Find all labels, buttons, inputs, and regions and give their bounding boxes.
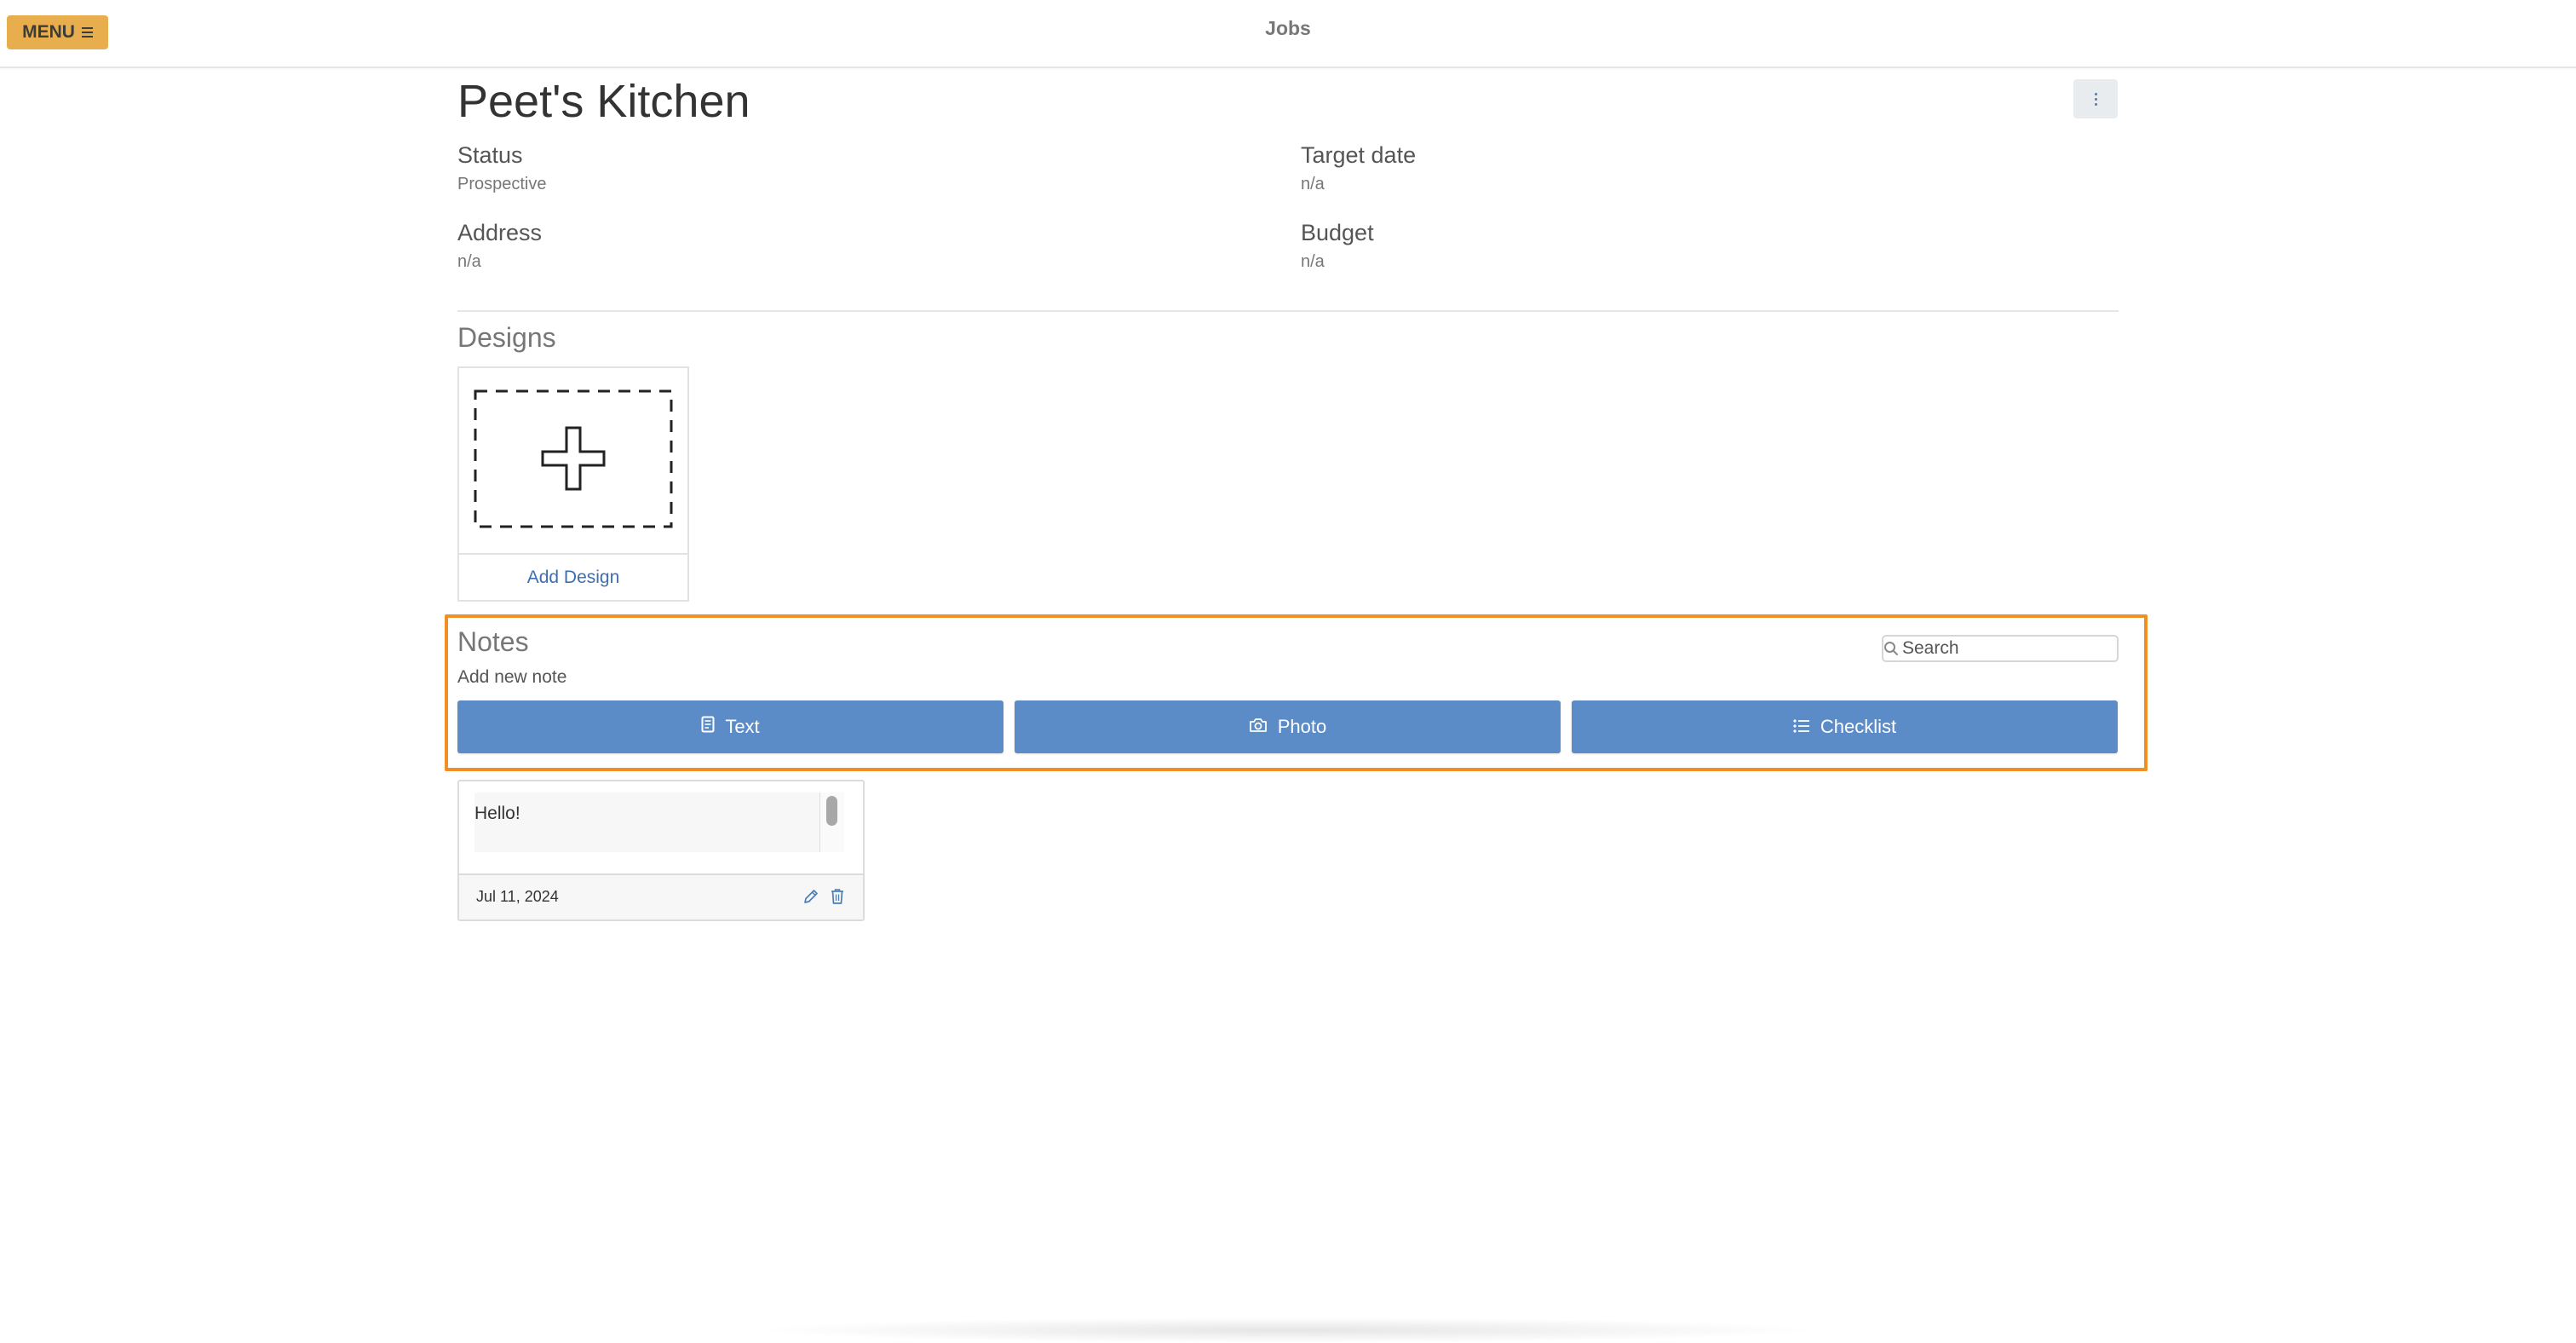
more-options-button[interactable] xyxy=(2073,79,2118,118)
top-bar: MENU Jobs xyxy=(0,0,2576,68)
address-value: n/a xyxy=(457,252,481,271)
bottom-shadow xyxy=(750,1317,1823,1343)
vertical-dots-icon xyxy=(2094,92,2097,106)
page-header-title: Jobs xyxy=(1265,17,1311,39)
budget-field: Budget n/a xyxy=(1301,219,1374,273)
scrollbar-thumb[interactable] xyxy=(826,796,837,826)
address-label: Address xyxy=(457,220,543,245)
plus-icon xyxy=(474,389,673,528)
list-icon xyxy=(1793,716,1810,738)
document-icon xyxy=(701,716,715,738)
camera-icon xyxy=(1249,716,1268,738)
target-date-field: Target date n/a xyxy=(1301,141,1416,195)
delete-note-button[interactable] xyxy=(826,886,848,908)
edit-note-button[interactable] xyxy=(800,886,822,908)
note-footer: Jul 11, 2024 xyxy=(459,873,863,919)
target-date-label: Target date xyxy=(1301,142,1417,168)
status-value: Prospective xyxy=(457,175,547,193)
add-new-note-label: Add new note xyxy=(457,667,567,687)
job-title: Peet's Kitchen xyxy=(457,76,750,127)
address-field: Address n/a xyxy=(457,219,542,273)
note-text: Hello! xyxy=(474,804,520,823)
pencil-icon xyxy=(802,888,819,908)
add-design-placeholder xyxy=(459,368,687,556)
target-date-value: n/a xyxy=(1301,175,1325,193)
status-label: Status xyxy=(457,142,523,168)
add-photo-note-button[interactable]: Photo xyxy=(1015,700,1561,753)
add-design-link[interactable]: Add Design xyxy=(459,553,687,600)
search-input[interactable] xyxy=(1899,637,2136,660)
add-text-note-button[interactable]: Text xyxy=(457,700,1003,753)
note-date: Jul 11, 2024 xyxy=(476,888,559,905)
photo-button-label: Photo xyxy=(1277,716,1327,737)
budget-label: Budget xyxy=(1301,220,1374,245)
checklist-button-label: Checklist xyxy=(1820,716,1897,737)
designs-title: Designs xyxy=(457,322,556,353)
budget-value: n/a xyxy=(1301,252,1325,271)
note-body[interactable]: Hello! xyxy=(474,793,844,852)
search-icon xyxy=(1883,641,1899,656)
section-divider xyxy=(457,310,2119,312)
add-checklist-note-button[interactable]: Checklist xyxy=(1572,700,2118,753)
status-field: Status Prospective xyxy=(457,141,547,195)
notes-title: Notes xyxy=(457,626,529,657)
add-design-card[interactable]: Add Design xyxy=(457,366,689,602)
notes-search xyxy=(1882,635,2136,662)
note-card: Hello! Jul 11, 2024 xyxy=(457,780,865,921)
text-button-label: Text xyxy=(725,716,760,737)
trash-icon xyxy=(830,888,845,908)
note-scrollbar[interactable] xyxy=(819,793,844,852)
